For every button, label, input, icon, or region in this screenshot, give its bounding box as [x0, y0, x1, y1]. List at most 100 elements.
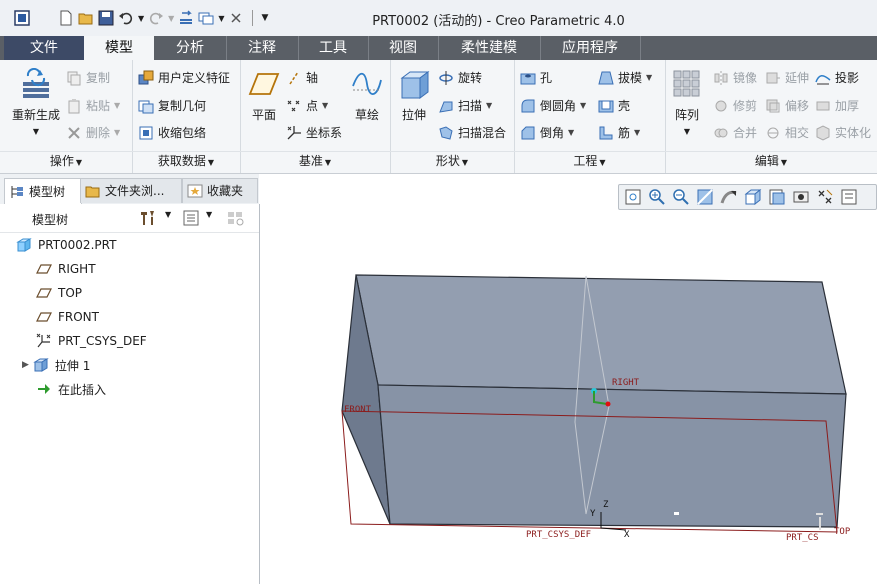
trim-label: 修剪 — [733, 99, 758, 113]
round-button[interactable]: 倒圆角 ▼ — [520, 97, 586, 114]
thicken-button[interactable]: 加厚 — [815, 97, 859, 114]
shrinkwrap-label: 收缩包络 — [158, 126, 207, 140]
tree-item-front[interactable]: FRONT — [36, 306, 99, 328]
tab-view[interactable]: 视图 — [368, 36, 439, 60]
copy-label: 复制 — [86, 71, 111, 85]
delete-dropdown-icon[interactable]: ▼ — [114, 128, 120, 137]
tree-filter-icon[interactable] — [226, 209, 246, 230]
zoom-out-icon[interactable] — [671, 187, 691, 207]
trim-button[interactable]: 修剪 — [713, 97, 757, 114]
repaint-icon[interactable] — [695, 187, 715, 207]
tree-item-insert-here[interactable]: 在此插入 — [36, 378, 106, 400]
delete-label: 删除 — [86, 126, 111, 140]
copy-geometry-label: 复制几何 — [158, 99, 207, 113]
sweep-button[interactable]: 扫描 ▼ — [438, 97, 492, 114]
regenerate-button[interactable]: 重新生成 ▼ — [8, 68, 64, 136]
rib-button[interactable]: 筋 ▼ — [598, 124, 640, 141]
group-get-data-label[interactable]: 获取数据 ▼ — [132, 151, 240, 170]
offset-button[interactable]: 偏移 — [765, 97, 809, 114]
mirror-button[interactable]: 镜像 — [713, 69, 757, 86]
tree-item-csys[interactable]: PRT_CSYS_DEF — [36, 330, 147, 352]
draft-button[interactable]: 拔模 ▼ — [598, 69, 652, 86]
revolve-button[interactable]: 旋转 — [438, 69, 482, 86]
tree-settings-icon[interactable] — [138, 209, 158, 230]
tree-show-dropdown-icon[interactable]: ▼ — [206, 210, 212, 219]
display-style-icon[interactable] — [719, 187, 739, 207]
sketch-button[interactable]: 草绘 — [348, 68, 386, 123]
paste-button[interactable]: 粘贴 ▼ — [66, 97, 120, 114]
extrude-button[interactable]: 拉伸 — [396, 68, 432, 123]
tree-item-label: PRT0002.PRT — [38, 238, 117, 252]
tab-analysis[interactable]: 分析 — [154, 36, 227, 60]
draft-dropdown-icon[interactable]: ▼ — [646, 73, 652, 82]
hole-button[interactable]: 孔 — [520, 69, 552, 86]
extend-button[interactable]: 延伸 — [765, 69, 809, 86]
group-editing-label[interactable]: 编辑 ▼ — [665, 151, 877, 170]
shrinkwrap-button[interactable]: 收缩包络 — [138, 124, 206, 141]
pattern-button[interactable]: 阵列 ▼ — [669, 68, 705, 136]
tree-settings-dropdown-icon[interactable]: ▼ — [165, 210, 171, 219]
group-operations: 重新生成 ▼ 复制 粘贴 ▼ 删除 ▼ 操作 ▼ — [0, 60, 133, 173]
tab-folder-browser[interactable]: 文件夹浏... — [80, 178, 182, 203]
intersect-button[interactable]: 相交 — [765, 124, 809, 141]
tab-applications[interactable]: 应用程序 — [540, 36, 641, 60]
label-right: RIGHT — [612, 378, 640, 388]
tab-file[interactable]: 文件 — [4, 36, 85, 60]
csys-button[interactable]: 坐标系 — [286, 124, 342, 141]
delete-button[interactable]: 删除 ▼ — [66, 124, 120, 141]
paste-dropdown-icon[interactable]: ▼ — [114, 101, 120, 110]
swept-blend-button[interactable]: 扫描混合 — [438, 124, 506, 141]
merge-button[interactable]: 合并 — [713, 124, 757, 141]
project-icon — [815, 70, 831, 86]
udf-button[interactable]: 用户定义特征 — [138, 69, 230, 86]
point-dropdown-icon[interactable]: ▼ — [322, 101, 328, 110]
tree-item-top[interactable]: TOP — [36, 282, 82, 304]
group-editing: 阵列 ▼ 镜像 修剪 合并 延伸 偏移 相交 投影 加厚 实体化 编辑 ▼ — [665, 60, 877, 173]
refit-icon[interactable] — [623, 187, 643, 207]
tab-favorites[interactable]: 收藏夹 — [182, 178, 258, 203]
round-dropdown-icon[interactable]: ▼ — [580, 101, 586, 110]
group-operations-label[interactable]: 操作 ▼ — [0, 151, 132, 170]
paste-icon — [66, 98, 82, 114]
regenerate-dropdown-icon[interactable]: ▼ — [33, 127, 39, 136]
tab-model-tree[interactable]: 模型树 — [4, 178, 82, 205]
solidify-button[interactable]: 实体化 — [815, 124, 871, 141]
view-manager-icon[interactable] — [767, 187, 787, 207]
point-button[interactable]: 点 ▼ — [286, 97, 328, 114]
default-csys-axes — [600, 512, 627, 531]
tree-item-part[interactable]: PRT0002.PRT — [16, 234, 116, 256]
tree-show-icon[interactable] — [182, 209, 200, 230]
shrinkwrap-icon — [138, 125, 154, 141]
pattern-dropdown-icon[interactable]: ▼ — [684, 127, 690, 136]
zoom-in-icon[interactable] — [647, 187, 667, 207]
axis-button[interactable]: 轴 — [286, 69, 318, 86]
shell-button[interactable]: 壳 — [598, 97, 630, 114]
tab-model[interactable]: 模型 — [84, 36, 154, 61]
chamfer-dropdown-icon[interactable]: ▼ — [568, 128, 574, 137]
tree-item-extrude[interactable]: ▶ 拉伸 1 — [22, 354, 90, 376]
expand-icon[interactable]: ▶ — [22, 360, 29, 370]
copy-button[interactable]: 复制 — [66, 69, 110, 86]
annotation-display-icon[interactable] — [839, 187, 859, 207]
graphics-window[interactable]: RIGHT FRONT TOP PRT_CSYS_DEF PRT_CS Z Y … — [260, 174, 877, 584]
solidify-label: 实体化 — [835, 126, 872, 140]
rib-dropdown-icon[interactable]: ▼ — [634, 128, 640, 137]
project-button[interactable]: 投影 — [815, 69, 859, 86]
datum-display-icon[interactable] — [815, 187, 835, 207]
tab-tools[interactable]: 工具 — [298, 36, 369, 60]
offset-label: 偏移 — [785, 99, 810, 113]
group-engineering-label[interactable]: 工程 ▼ — [514, 151, 665, 170]
tree-item-right[interactable]: RIGHT — [36, 258, 96, 280]
sweep-dropdown-icon[interactable]: ▼ — [486, 101, 492, 110]
tab-flexible-modeling[interactable]: 柔性建模 — [438, 36, 541, 60]
plane-button[interactable]: 平面 — [246, 68, 282, 123]
saved-orientations-icon[interactable] — [743, 187, 763, 207]
tab-annotate[interactable]: 注释 — [226, 36, 299, 60]
group-datum-label[interactable]: 基准 ▼ — [240, 151, 390, 170]
chamfer-button[interactable]: 倒角 ▼ — [520, 124, 574, 141]
hole-icon — [520, 70, 536, 86]
group-shapes-label[interactable]: 形状 ▼ — [390, 151, 514, 170]
perspective-icon[interactable] — [791, 187, 811, 207]
label-axis-z: Z — [603, 500, 609, 510]
copy-geometry-button[interactable]: 复制几何 — [138, 97, 206, 114]
